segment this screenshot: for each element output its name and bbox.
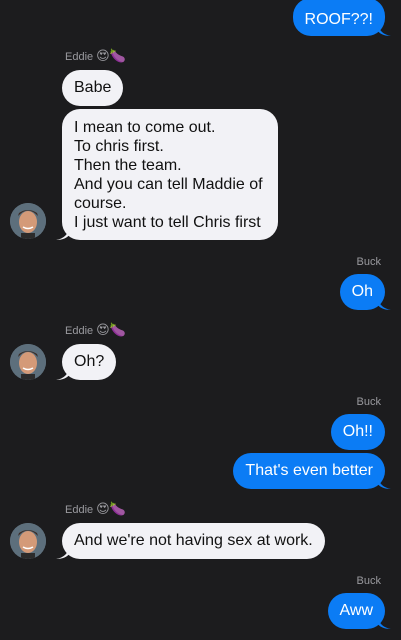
message-bubble-outgoing[interactable]: That's even better [233,453,385,489]
bubble-tail [56,366,70,380]
message-line: I mean to come out. [74,119,216,136]
message-line: I just want to tell Chris first [74,214,261,231]
sender-label: Buck [357,575,381,587]
avatar-photo [10,203,46,239]
message-line: Then the team. [74,157,182,174]
message-line: To chris first. [74,138,164,155]
sender-label: Eddie 😍🍆 [65,50,126,63]
message-bubble-incoming[interactable]: Oh? [62,344,117,380]
sender-label: Buck [357,396,381,408]
sender-emoji: 😍🍆 [96,502,126,517]
bubble-tail [377,615,391,629]
sender-name: Eddie [65,324,94,337]
bubble-tail [56,226,70,240]
message-bubble-outgoing[interactable]: ROOF??! [292,0,385,36]
message-bubble-incoming[interactable]: I mean to come out. To chris first. Then… [62,109,278,240]
bubble-tail [56,545,70,559]
message-bubble-incoming[interactable]: Babe [62,70,124,106]
sender-label: Eddie 😍🍆 [65,503,126,516]
avatar-eddie[interactable] [10,523,46,559]
message-bubble-outgoing[interactable]: Oh!! [330,414,385,450]
avatar-eddie[interactable] [10,344,46,380]
sender-name: Buck [356,256,381,268]
message-bubble-incoming[interactable]: And we're not having sex at work. [62,523,325,559]
avatar-photo [10,523,46,559]
sender-emoji: 😍🍆 [96,323,126,338]
bubble-tail [377,475,391,489]
sender-name: Eddie [65,50,94,63]
sender-label: Buck [357,256,381,268]
message-line: course. [74,195,127,212]
avatar-eddie[interactable] [10,203,46,239]
sender-emoji: 😍🍆 [96,49,126,64]
avatar-photo [10,344,46,380]
sender-name: Buck [356,575,381,587]
sender-label: Eddie 😍🍆 [65,324,126,337]
sender-name: Eddie [65,503,94,516]
sender-name: Buck [356,396,381,408]
bubble-tail [377,296,391,310]
message-line: And you can tell Maddie of [74,176,263,193]
bubble-tail [377,22,391,36]
